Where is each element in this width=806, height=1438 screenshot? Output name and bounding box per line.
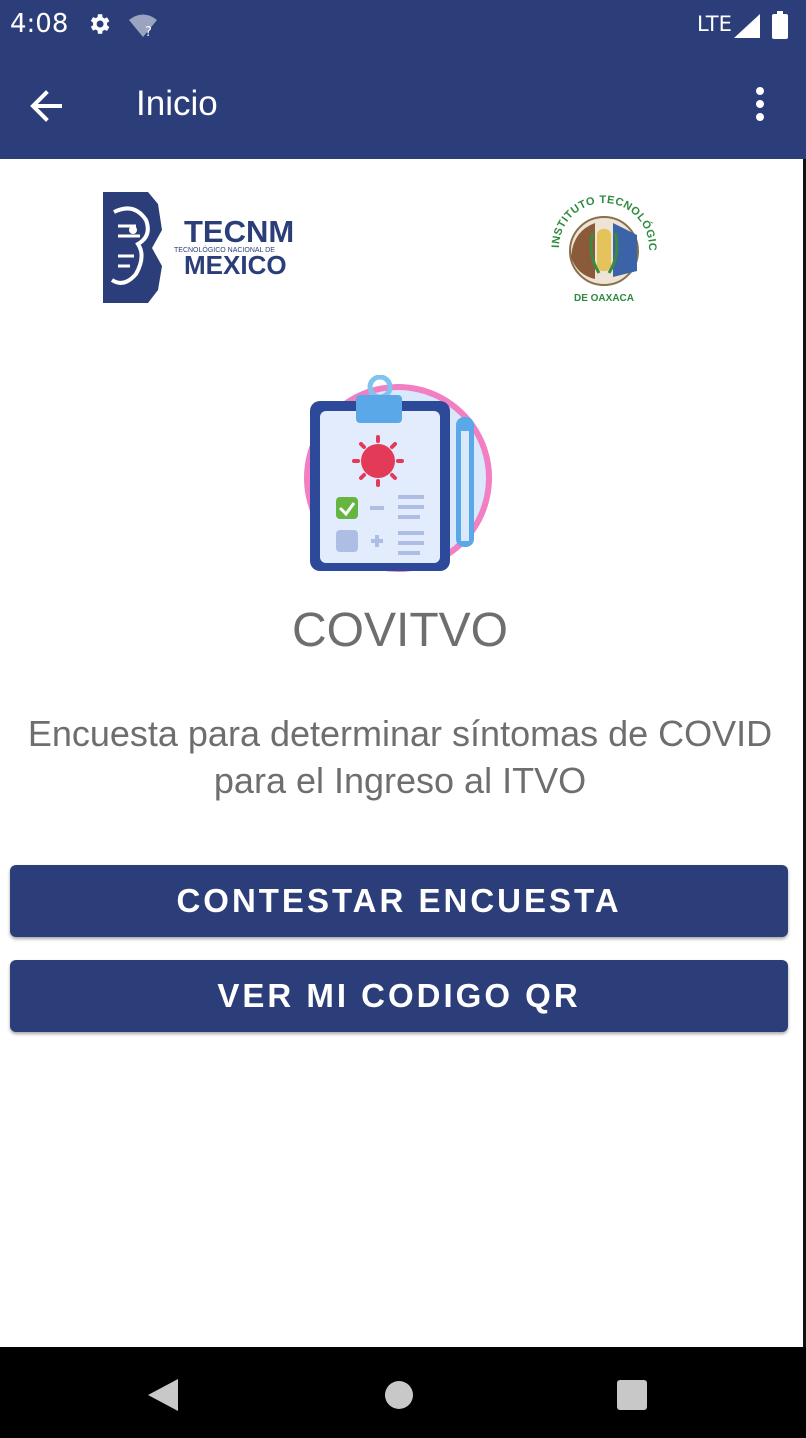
back-button[interactable] (22, 82, 74, 130)
back-triangle-icon[interactable] (148, 1379, 178, 1415)
svg-text:?: ? (145, 25, 152, 39)
covid-clipboard-illustration (302, 374, 496, 579)
signal-icon (734, 14, 760, 42)
arrow-left-icon (30, 90, 62, 122)
tecnm-country: MEXICO (184, 250, 287, 280)
status-time: 4:08 (10, 9, 69, 39)
status-bar: 4:08 ? LTE (0, 0, 806, 52)
recents-square-icon[interactable] (617, 1380, 647, 1414)
itvo-bottom-text: DE OAXACA (574, 293, 634, 304)
battery-icon (772, 11, 788, 43)
view-qr-code-button[interactable]: VER MI CODIGO QR (10, 960, 788, 1032)
wifi-question-icon: ? (128, 13, 158, 43)
network-type: LTE (697, 12, 732, 36)
app-description: Encuesta para determinar síntomas de COV… (27, 713, 773, 801)
tecnm-logo: TECNM TECNOLÓGICO NACIONAL DE MEXICO (100, 190, 300, 309)
itvo-logo: INSTITUTO TECNOLÓGICO DEL VALLE DE OAXAC… (538, 178, 665, 313)
answer-survey-button[interactable]: CONTESTAR ENCUESTA (10, 865, 788, 937)
overflow-menu-button[interactable] (740, 82, 780, 130)
app-bar: Inicio (0, 52, 806, 159)
home-circle-icon[interactable] (384, 1380, 414, 1414)
tecnm-title: TECNM (184, 214, 294, 249)
page-title: Inicio (136, 84, 218, 123)
system-nav-bar (0, 1347, 806, 1438)
more-vertical-icon (756, 87, 764, 121)
gear-icon (86, 11, 112, 41)
app-name: COVITVO (291, 604, 509, 657)
